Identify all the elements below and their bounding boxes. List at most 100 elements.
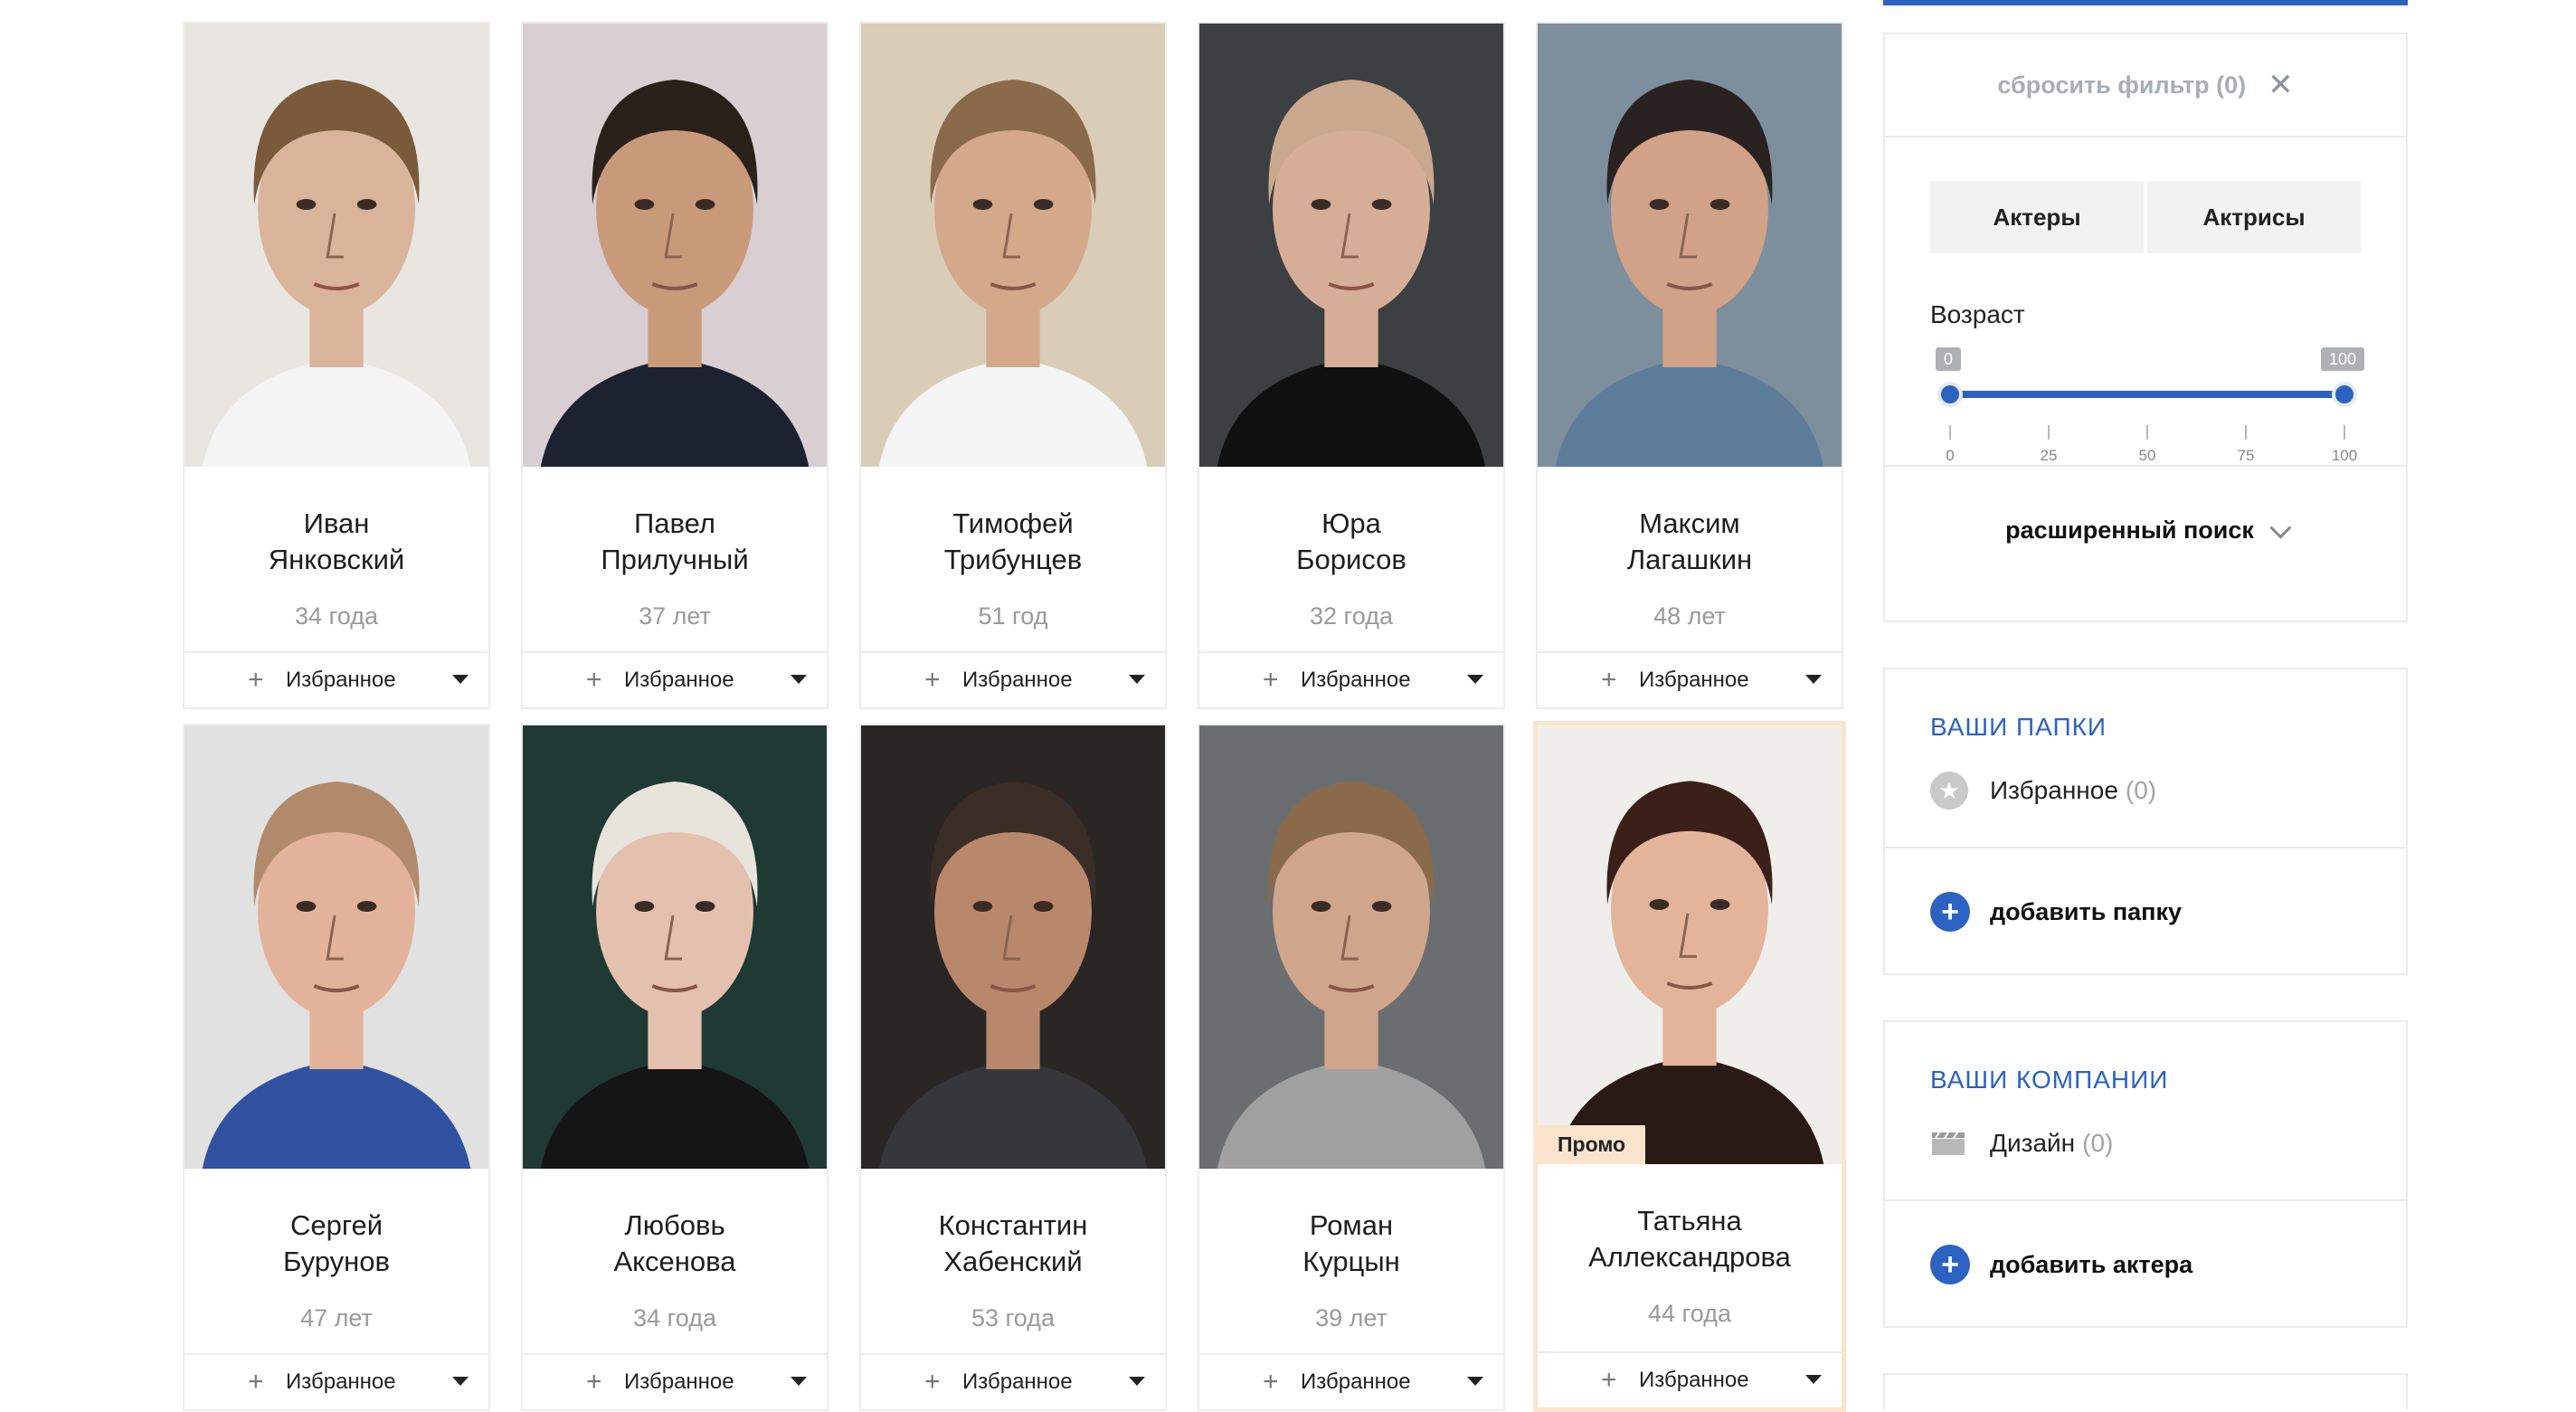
add-to-favorites-dropdown[interactable]: + Избранное <box>185 651 488 707</box>
actor-last-name: Аксенова <box>613 1246 736 1277</box>
actor-photo[interactable] <box>1538 24 1842 467</box>
actor-photo[interactable] <box>185 725 488 1169</box>
caret-down-icon[interactable] <box>1467 1377 1483 1386</box>
age-tick-label: 75 <box>2237 447 2255 464</box>
actor-age: 34 года <box>295 602 378 630</box>
age-slider-track <box>1950 391 2344 398</box>
folder-item-favorites[interactable]: ★ Избранное (0) <box>1930 765 2406 816</box>
actor-last-name: Трибунцев <box>943 544 1083 575</box>
age-min-bubble: 0 <box>1936 347 1962 371</box>
caret-down-icon[interactable] <box>1467 675 1483 684</box>
folder-item-count: (0) <box>2125 776 2157 804</box>
age-max-bubble: 100 <box>2321 347 2365 371</box>
add-to-favorites-dropdown[interactable]: + Избранное <box>1199 1353 1503 1409</box>
actor-card[interactable]: Константин Хабенский 53 года + Избранное <box>859 724 1167 1411</box>
caret-down-icon[interactable] <box>791 675 807 684</box>
actor-card[interactable]: Любовь Аксенова 34 года + Избранное <box>521 724 829 1411</box>
plus-icon: + <box>586 665 602 695</box>
actor-photo[interactable] <box>861 725 1165 1169</box>
age-tick <box>2146 425 2148 440</box>
company-item-design[interactable]: Дизайн (0) <box>1930 1118 2406 1169</box>
favorites-label: Избранное <box>286 668 396 692</box>
folders-title: ВАШИ ПАПКИ <box>1930 713 2107 741</box>
promo-badge: Промо <box>1538 1125 1646 1164</box>
add-to-favorites-dropdown[interactable]: + Избранное <box>185 1353 488 1409</box>
age-tick <box>2344 425 2345 440</box>
actor-first-name: Павел <box>634 507 715 539</box>
add-to-favorites-dropdown[interactable]: + Избранное <box>1538 651 1842 707</box>
actor-first-name: Роман <box>1309 1209 1394 1241</box>
caret-down-icon[interactable] <box>452 675 469 684</box>
actor-age: 39 лет <box>1315 1304 1387 1331</box>
actor-card[interactable]: Сергей Бурунов 47 лет + Избранное <box>183 724 490 1411</box>
favorites-label: Избранное <box>286 1369 396 1394</box>
caret-down-icon[interactable] <box>452 1377 469 1386</box>
add-folder-button[interactable]: + добавить папку <box>1885 847 2406 975</box>
actor-first-name: Сергей <box>289 1209 384 1241</box>
actor-age: 48 лет <box>1653 602 1726 630</box>
chevron-down-icon <box>2269 516 2292 539</box>
favorites-label: Избранное <box>1301 668 1411 692</box>
caret-down-icon[interactable] <box>1805 1375 1822 1384</box>
actor-photo[interactable] <box>861 24 1165 467</box>
add-to-favorites-dropdown[interactable]: + Избранное <box>523 1353 827 1409</box>
actor-card[interactable]: Юра Борисов 32 года + Избранное <box>1198 22 1505 709</box>
actor-card[interactable]: Павел Прилучный 37 лет + Избранное <box>521 22 829 709</box>
close-icon[interactable]: ✕ <box>2268 67 2294 103</box>
age-label: Возраст <box>1930 300 2025 328</box>
actor-card[interactable]: Роман Курцын 39 лет + Избранное <box>1198 724 1505 1411</box>
add-to-favorites-dropdown[interactable]: + Избранное <box>523 651 827 707</box>
actors-button[interactable]: Актеры <box>1930 181 2144 253</box>
favorites-label: Избранное <box>1639 668 1749 692</box>
clapperboard-icon <box>1932 1132 1965 1155</box>
actor-photo[interactable] <box>1199 725 1503 1169</box>
actor-first-name: Татьяна <box>1637 1205 1742 1237</box>
actor-card[interactable]: Иван Янковский 34 года + Избранное <box>183 22 490 709</box>
plus-icon: + <box>1930 1245 1970 1284</box>
add-folder-label: добавить папку <box>1990 897 2183 925</box>
caret-down-icon[interactable] <box>1805 675 1822 684</box>
next-panel <box>1883 1373 2408 1409</box>
age-tick-label: 100 <box>2331 447 2358 464</box>
actor-card[interactable]: Промо Татьяна Аллександрова 44 года + Избранн… <box>1533 721 1846 1412</box>
add-to-favorites-dropdown[interactable]: + Избранное <box>861 651 1165 707</box>
gender-toggle: Актеры Актрисы <box>1930 181 2361 253</box>
reset-filter-label: сбросить фильтр (0) <box>1997 71 2247 99</box>
actor-last-name: Хабенский <box>943 1246 1083 1277</box>
favorites-label: Избранное <box>962 668 1073 692</box>
star-icon: ★ <box>1930 772 1968 810</box>
actor-first-name: Максим <box>1639 507 1740 539</box>
companies-panel: ВАШИ КОМПАНИИ Дизайн (0) + добавить акте… <box>1883 1020 2408 1328</box>
add-to-favorites-dropdown[interactable]: + Избранное <box>1199 651 1503 707</box>
actor-photo[interactable] <box>1199 24 1503 467</box>
add-to-favorites-dropdown[interactable]: + Избранное <box>861 1353 1165 1409</box>
actor-photo[interactable]: Промо <box>1538 725 1842 1164</box>
favorites-label: Избранное <box>624 668 734 692</box>
actresses-button[interactable]: Актрисы <box>2147 181 2361 253</box>
actor-age: 32 года <box>1310 602 1393 630</box>
favorites-label: Избранное <box>1639 1368 1749 1392</box>
caret-down-icon[interactable] <box>1129 675 1145 684</box>
actor-age: 44 года <box>1648 1300 1731 1327</box>
caret-down-icon[interactable] <box>1129 1377 1145 1386</box>
actor-photo[interactable] <box>523 24 827 467</box>
caret-down-icon[interactable] <box>791 1377 807 1386</box>
advanced-search-toggle[interactable]: расширенный поиск <box>1885 467 2406 593</box>
favorites-label: Избранное <box>962 1369 1073 1394</box>
actor-first-name: Любовь <box>624 1209 725 1241</box>
plus-icon: + <box>1601 665 1617 695</box>
age-slider[interactable]: 0 100 0 25 50 75 100 <box>1885 347 2406 467</box>
actor-age: 53 года <box>971 1304 1055 1331</box>
age-min-handle[interactable] <box>1937 382 1963 407</box>
age-tick-label: 25 <box>2040 447 2058 464</box>
actor-photo[interactable] <box>185 24 488 467</box>
age-max-handle[interactable] <box>2332 382 2357 407</box>
actor-last-name: Аллександрова <box>1588 1241 1791 1273</box>
actor-photo[interactable] <box>523 725 827 1169</box>
add-to-favorites-dropdown[interactable]: + Избранное <box>1538 1351 1842 1407</box>
actor-last-name: Бурунов <box>282 1246 391 1277</box>
reset-filter-button[interactable]: сбросить фильтр (0) ✕ <box>1885 34 2406 137</box>
add-actor-button[interactable]: + добавить актера <box>1885 1199 2406 1328</box>
actor-card[interactable]: Тимофей Трибунцев 51 год + Избранное <box>859 22 1167 709</box>
actor-card[interactable]: Максим Лагашкин 48 лет + Избранное <box>1536 22 1843 709</box>
